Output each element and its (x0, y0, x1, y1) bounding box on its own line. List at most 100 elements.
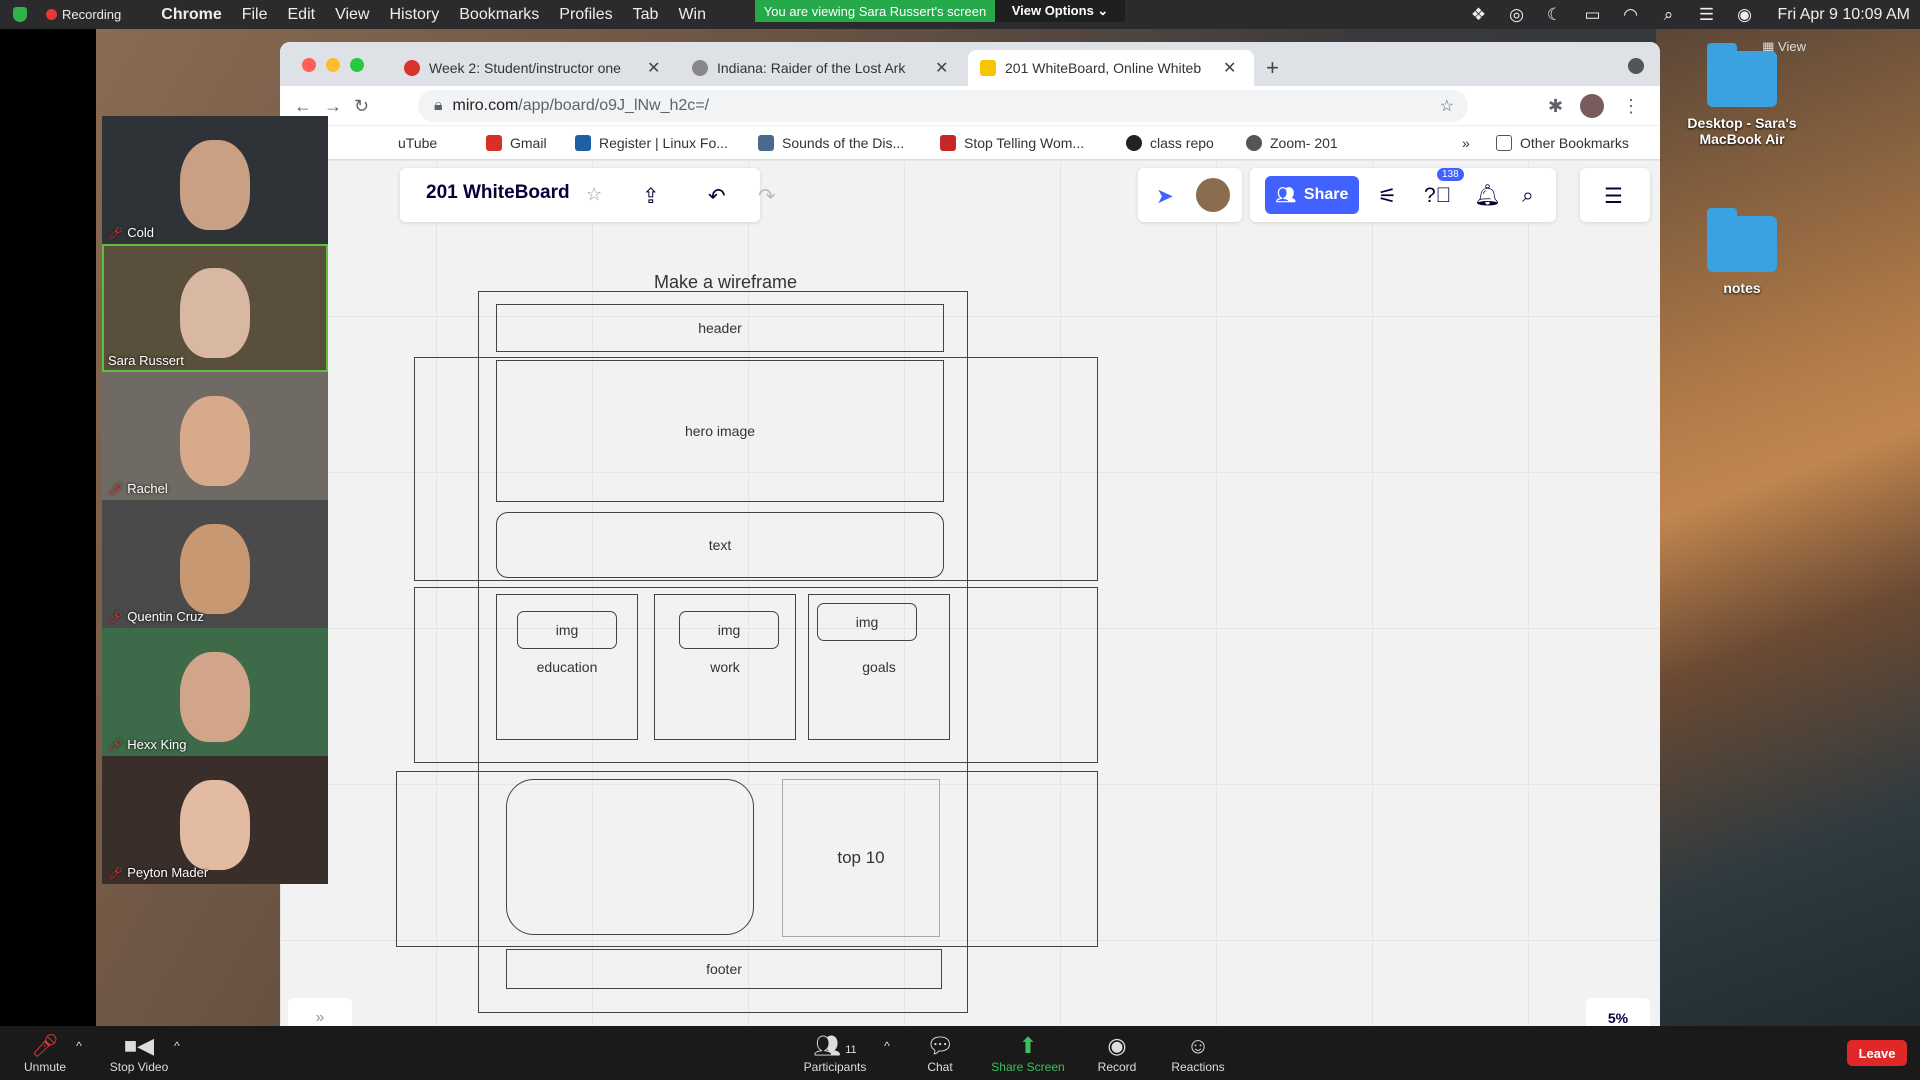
dropbox-icon[interactable]: ❖ (1459, 5, 1497, 25)
bookmark-star-icon[interactable]: ☆ (1440, 96, 1454, 116)
chat-button[interactable]: 💬︎ Chat (922, 1032, 958, 1074)
menu-history[interactable]: History (379, 6, 449, 24)
zoom-level[interactable]: 5% (1586, 998, 1650, 1026)
wireframe-hero-image[interactable]: hero image (496, 360, 944, 502)
cursor-follow-icon[interactable]: ➤ (1156, 184, 1174, 209)
settings-sliders-icon[interactable]: ⚟ (1378, 184, 1397, 209)
notes-folder-icon[interactable]: notes (1672, 208, 1812, 296)
participant-tile-quentin[interactable]: 🎤︎ Quentin Cruz (102, 500, 328, 628)
search-icon[interactable]: ⌕ (1522, 184, 1534, 208)
participants-chevron-icon[interactable]: ^ (880, 1032, 894, 1060)
chrome-menu-icon[interactable]: ⋮ (1622, 96, 1640, 117)
back-arrow-icon[interactable]: ← (294, 96, 312, 117)
menubar-clock[interactable]: Fri Apr 9 10:09 AM (1763, 6, 1920, 24)
participant-tile-peyton[interactable]: 🎤︎ Peyton Mader (102, 756, 328, 884)
board-title[interactable]: 201 WhiteBoard (426, 182, 570, 204)
spotlight-search-icon[interactable]: ⌕ (1649, 5, 1687, 25)
unmute-button[interactable]: 🎤︎ Unmute (20, 1032, 70, 1074)
bookmark-youtube[interactable]: uTube (398, 135, 437, 151)
wifi-icon[interactable]: ◠ (1611, 5, 1649, 25)
bookmark-zoom-201[interactable]: Zoom- 201 (1246, 135, 1338, 151)
siri-icon[interactable]: ◉ (1725, 5, 1763, 25)
wireframe-text[interactable]: text (496, 512, 944, 578)
card-education[interactable]: img education (496, 594, 638, 740)
menu-app-chrome[interactable]: Chrome (151, 6, 231, 24)
participant-video (180, 268, 250, 358)
menu-tab[interactable]: Tab (623, 6, 669, 24)
help-icon[interactable]: ?⃝ (1424, 184, 1451, 208)
undo-icon[interactable]: ↶ (708, 184, 726, 209)
minimize-window-icon[interactable] (326, 58, 340, 72)
profile-avatar[interactable] (1580, 94, 1604, 118)
address-bar[interactable]: 🔒︎ miro.com/app/board/o9J_lNw_h2c=/ ☆ (418, 90, 1468, 122)
board-menu-icon[interactable]: ☰ (1604, 184, 1623, 209)
zoom-window-icon[interactable] (350, 58, 364, 72)
close-tab-icon[interactable]: ✕ (935, 58, 948, 78)
control-center-icon[interactable]: ☰ (1687, 5, 1725, 25)
stop-video-button[interactable]: ■◀ Stop Video (106, 1032, 172, 1074)
view-options-button[interactable]: View Options ⌄ (995, 0, 1125, 22)
menu-edit[interactable]: Edit (278, 6, 326, 24)
wireframe-footer[interactable]: footer (506, 949, 942, 989)
card-goals[interactable]: img goals (808, 594, 950, 740)
star-icon[interactable]: ☆ (586, 184, 602, 205)
reload-icon[interactable]: ↻ (354, 96, 369, 117)
wireframe-header[interactable]: header (496, 304, 944, 352)
share-button[interactable]: 👥︎ Share (1265, 176, 1359, 214)
card-img-placeholder[interactable]: img (679, 611, 779, 649)
video-options-chevron-icon[interactable]: ^ (170, 1032, 184, 1060)
close-tab-icon[interactable]: ✕ (647, 58, 660, 78)
new-tab-icon[interactable]: + (1266, 55, 1279, 81)
tab-week2[interactable]: Week 2: Student/instructor one ✕ (392, 50, 680, 86)
tab-indiana[interactable]: Indiana: Raider of the Lost Ark ✕ (680, 50, 968, 86)
card-work[interactable]: img work (654, 594, 796, 740)
participant-tile-cold[interactable]: 🎤︎ Cold (102, 116, 328, 244)
battery-icon[interactable]: ▭ (1573, 5, 1611, 25)
bell-icon[interactable]: 🔔︎ (1474, 184, 1501, 208)
menu-view[interactable]: View (325, 6, 379, 24)
tab-miro-whiteboard[interactable]: 201 WhiteBoard, Online Whiteb ✕ (968, 50, 1254, 86)
participant-tile-sara[interactable]: Sara Russert (102, 244, 328, 372)
miro-board-canvas[interactable]: 201 WhiteBoard ☆ ⇪ ↶ ↷ ➤ 👥︎ Share ⚟ ?⃝ 13… (280, 160, 1660, 1026)
leave-button[interactable]: Leave (1847, 1040, 1907, 1066)
participant-video (180, 652, 250, 742)
redo-icon[interactable]: ↷ (758, 184, 776, 209)
card-img-placeholder[interactable]: img (817, 603, 917, 641)
export-icon[interactable]: ⇪ (642, 184, 660, 209)
reactions-button[interactable]: ☺ Reactions (1168, 1032, 1228, 1074)
bookmark-class-repo[interactable]: class repo (1126, 135, 1214, 151)
more-bookmarks-button[interactable]: » (1462, 135, 1470, 151)
participant-tile-hexx[interactable]: 🎤︎ Hexx King (102, 628, 328, 756)
participants-button[interactable]: 👥︎ 11 Participants (800, 1032, 870, 1074)
forward-arrow-icon[interactable]: → (324, 96, 342, 117)
audio-options-chevron-icon[interactable]: ^ (72, 1032, 86, 1060)
card-img-placeholder[interactable]: img (517, 611, 617, 649)
menu-bookmarks[interactable]: Bookmarks (449, 6, 549, 24)
collaborator-avatar[interactable] (1196, 178, 1230, 212)
share-screen-button[interactable]: ⬆︎ Share Screen (990, 1032, 1066, 1074)
wireframe-rounded-block[interactable] (506, 779, 754, 935)
desktop-folder-icon[interactable]: Desktop - Sara's MacBook Air (1672, 43, 1812, 147)
bookmark-gmail[interactable]: Gmail (486, 135, 547, 151)
frame-title[interactable]: Make a wireframe (654, 272, 797, 293)
menu-window[interactable]: Win (668, 6, 716, 24)
wireframe-top10[interactable]: top 10 (782, 779, 940, 937)
bookmark-linux-foundation[interactable]: Register | Linux Fo... (575, 135, 728, 151)
bookmark-sounds[interactable]: Sounds of the Dis... (758, 135, 904, 151)
expand-toolbar-button[interactable]: » (288, 998, 352, 1026)
menu-profiles[interactable]: Profiles (549, 6, 622, 24)
participant-tile-rachel[interactable]: 🎤︎ Rachel (102, 372, 328, 500)
linux-foundation-icon (575, 135, 591, 151)
extensions-icon[interactable]: ✱ (1548, 96, 1563, 117)
creative-cloud-icon[interactable]: ◎ (1497, 5, 1535, 25)
tab-search-icon[interactable] (1628, 58, 1644, 74)
other-bookmarks[interactable]: Other Bookmarks (1496, 135, 1629, 151)
recording-indicator[interactable]: Recording (36, 7, 131, 22)
bookmarks-bar: uTube Gmail Register | Linux Fo... Sound… (280, 126, 1660, 160)
close-tab-icon[interactable]: ✕ (1223, 58, 1236, 78)
menu-file[interactable]: File (232, 6, 278, 24)
close-window-icon[interactable] (302, 58, 316, 72)
moon-icon[interactable]: ☾ (1535, 5, 1573, 25)
record-button[interactable]: ◉ Record (1094, 1032, 1140, 1074)
bookmark-hbr[interactable]: Stop Telling Wom... (940, 135, 1084, 151)
